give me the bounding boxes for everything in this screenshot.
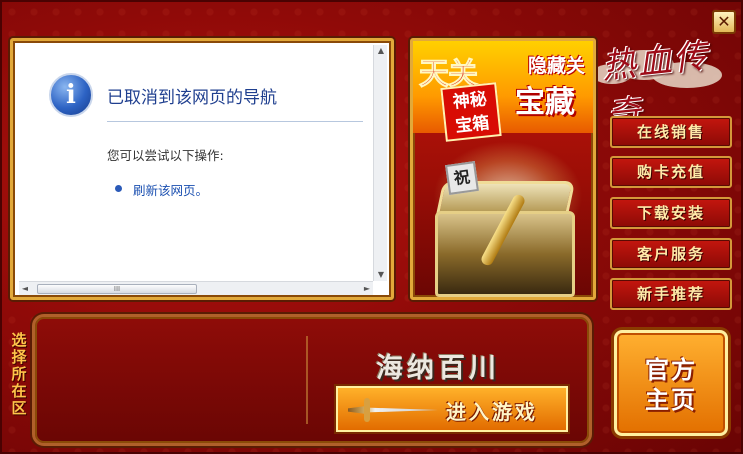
error-divider	[107, 121, 363, 122]
error-subtitle: 您可以尝试以下操作:	[107, 148, 224, 163]
game-logo: 热血传奇	[599, 36, 712, 136]
horizontal-scrollbar[interactable]: ◄ III ►	[19, 281, 373, 295]
scroll-right-icon[interactable]: ►	[361, 282, 373, 296]
menu-customer-service-button[interactable]: 客户服务	[610, 238, 732, 270]
browser-content: i 已取消到该网页的导航 您可以尝试以下操作: 刷新该网页。	[19, 45, 373, 281]
info-icon: i	[49, 73, 93, 117]
enter-game-button[interactable]: 进入游戏	[336, 386, 568, 432]
official-homepage-button[interactable]: 官方 主页	[614, 330, 728, 436]
launcher-window: ✕ 热血传奇 i 已取消到该网页的导航 您可以尝试以下操作: 刷新该网页。 ▲ …	[0, 0, 743, 454]
menu-newbie-guide-button[interactable]: 新手推荐	[610, 278, 732, 310]
promo-title-right: 隐藏关	[527, 55, 585, 77]
promo-badge: 神秘 宝箱	[440, 82, 502, 142]
scroll-up-icon[interactable]: ▲	[374, 45, 388, 57]
vertical-scrollbar[interactable]: ▲ ▼	[373, 45, 387, 281]
scroll-down-icon[interactable]: ▼	[374, 269, 388, 281]
region-label: 选择所在区	[11, 331, 27, 417]
enter-game-label: 进入游戏	[446, 400, 538, 424]
official-homepage-label: 官方 主页	[645, 356, 697, 414]
menu-online-sales-button[interactable]: 在线销售	[610, 116, 732, 148]
promo-title-big: 宝藏	[515, 85, 575, 120]
sword-guard-icon	[364, 398, 370, 422]
browser-panel: i 已取消到该网页的导航 您可以尝试以下操作: 刷新该网页。 ▲ ▼ ◄ III…	[10, 38, 394, 300]
server-name[interactable]: 海纳百川	[376, 346, 500, 385]
menu-download-button[interactable]: 下载安装	[610, 197, 732, 229]
menu-card-recharge-button[interactable]: 购卡充值	[610, 156, 732, 188]
sword-icon	[348, 406, 438, 414]
bullet-icon	[115, 185, 122, 192]
error-title: 已取消到该网页的导航	[107, 88, 277, 108]
promo-banner[interactable]: 天关 隐藏关 宝藏 神秘 宝箱 祝	[410, 38, 596, 300]
panel-divider	[306, 336, 308, 424]
scroll-thumb[interactable]: III	[37, 284, 197, 294]
refresh-link[interactable]: 刷新该网页。	[133, 180, 208, 199]
dice-icon: 祝	[445, 161, 479, 195]
scroll-left-icon[interactable]: ◄	[19, 282, 31, 296]
